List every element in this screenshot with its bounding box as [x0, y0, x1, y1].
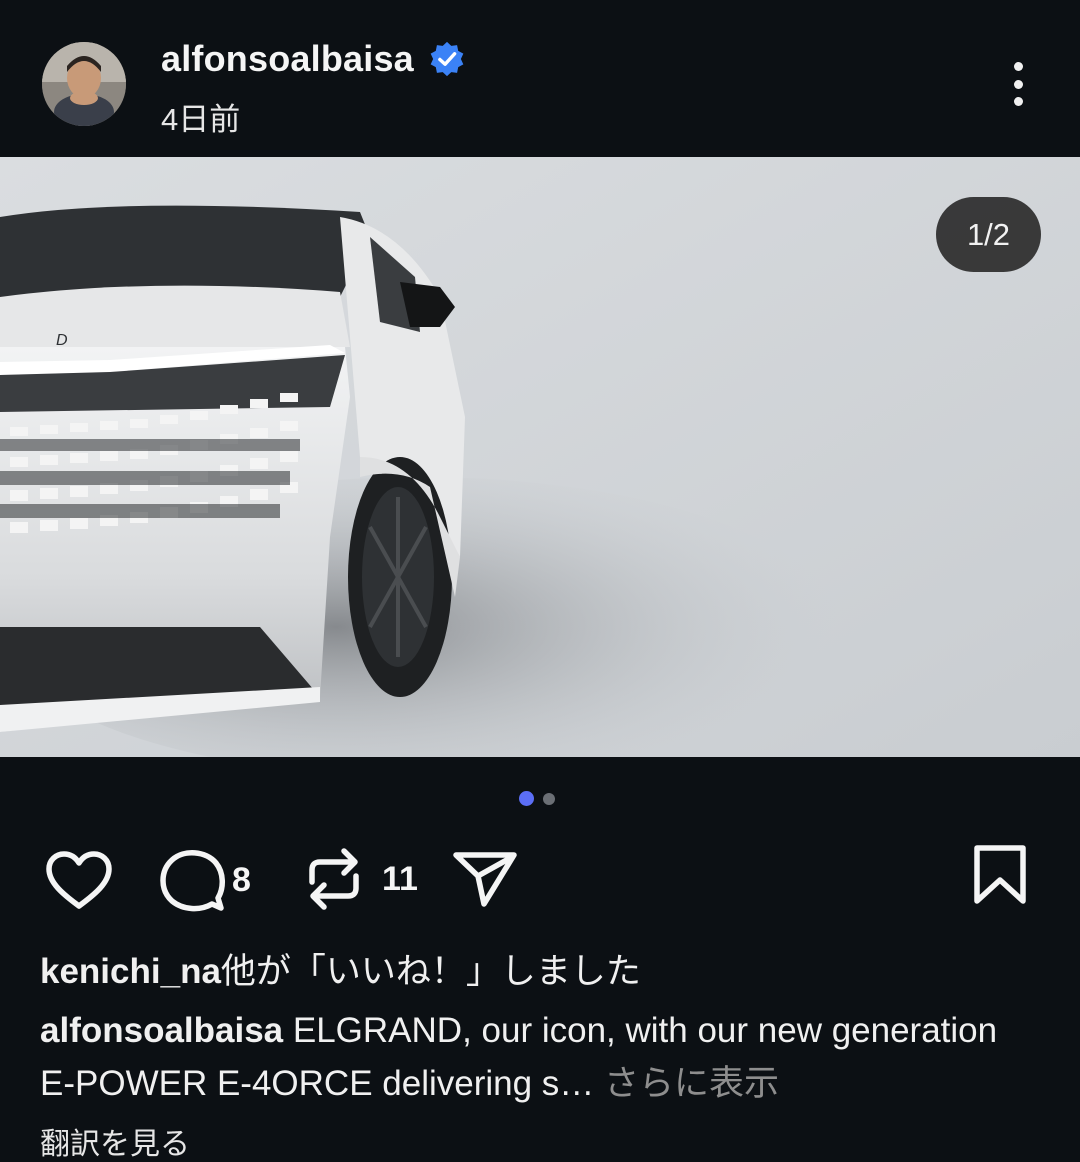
liker-username[interactable]: kenichi_na [40, 952, 221, 991]
avatar-image [42, 42, 126, 126]
caption-author[interactable]: alfonsoalbaisa [40, 1011, 283, 1050]
verified-badge-icon [430, 41, 464, 77]
likes-suffix: 他が「いいね！」しました [220, 952, 641, 991]
username[interactable]: alfonsoalbaisa [161, 38, 414, 80]
like-button[interactable] [44, 850, 114, 912]
likes-summary[interactable]: kenichi_na他が「いいね！」しました [40, 943, 641, 994]
heart-icon [46, 851, 112, 909]
send-icon [453, 852, 517, 907]
comment-button[interactable]: 8 [158, 848, 251, 912]
repost-count: 11 [382, 859, 418, 898]
carousel-dot-active [519, 791, 534, 806]
more-dot [1013, 79, 1023, 89]
slide-counter: 1/2 [936, 197, 1041, 272]
post-image[interactable]: D [0, 157, 1080, 757]
comment-icon [160, 850, 225, 912]
repost-button[interactable]: 11 [304, 846, 418, 912]
car-photo: D [0, 157, 1080, 757]
post: alfonsoalbaisa 4日前 D 1/2 8 11 kenichi_na… [0, 0, 1080, 1162]
badge-text: D [56, 332, 68, 349]
more-options-icon[interactable] [998, 56, 1038, 112]
bookmark-icon [974, 845, 1026, 904]
carousel-indicator [519, 791, 555, 806]
carousel-dot [543, 792, 555, 805]
post-header: alfonsoalbaisa 4日前 [0, 0, 1080, 157]
share-button[interactable] [452, 850, 518, 908]
avatar[interactable] [42, 42, 126, 126]
more-dot [1013, 62, 1023, 71]
post-timestamp: 4日前 [161, 102, 241, 137]
post-caption: alfonsoalbaisa ELGRAND, our icon, with o… [40, 1004, 1040, 1110]
action-bar: 8 11 [0, 838, 1080, 918]
repost-icon [309, 848, 359, 910]
see-translation-link[interactable]: 翻訳を見る [40, 1119, 190, 1162]
show-more-link[interactable]: さらに表示 [594, 1064, 779, 1103]
save-button[interactable] [972, 844, 1028, 906]
comment-count: 8 [232, 860, 251, 899]
more-dot [1013, 97, 1023, 106]
